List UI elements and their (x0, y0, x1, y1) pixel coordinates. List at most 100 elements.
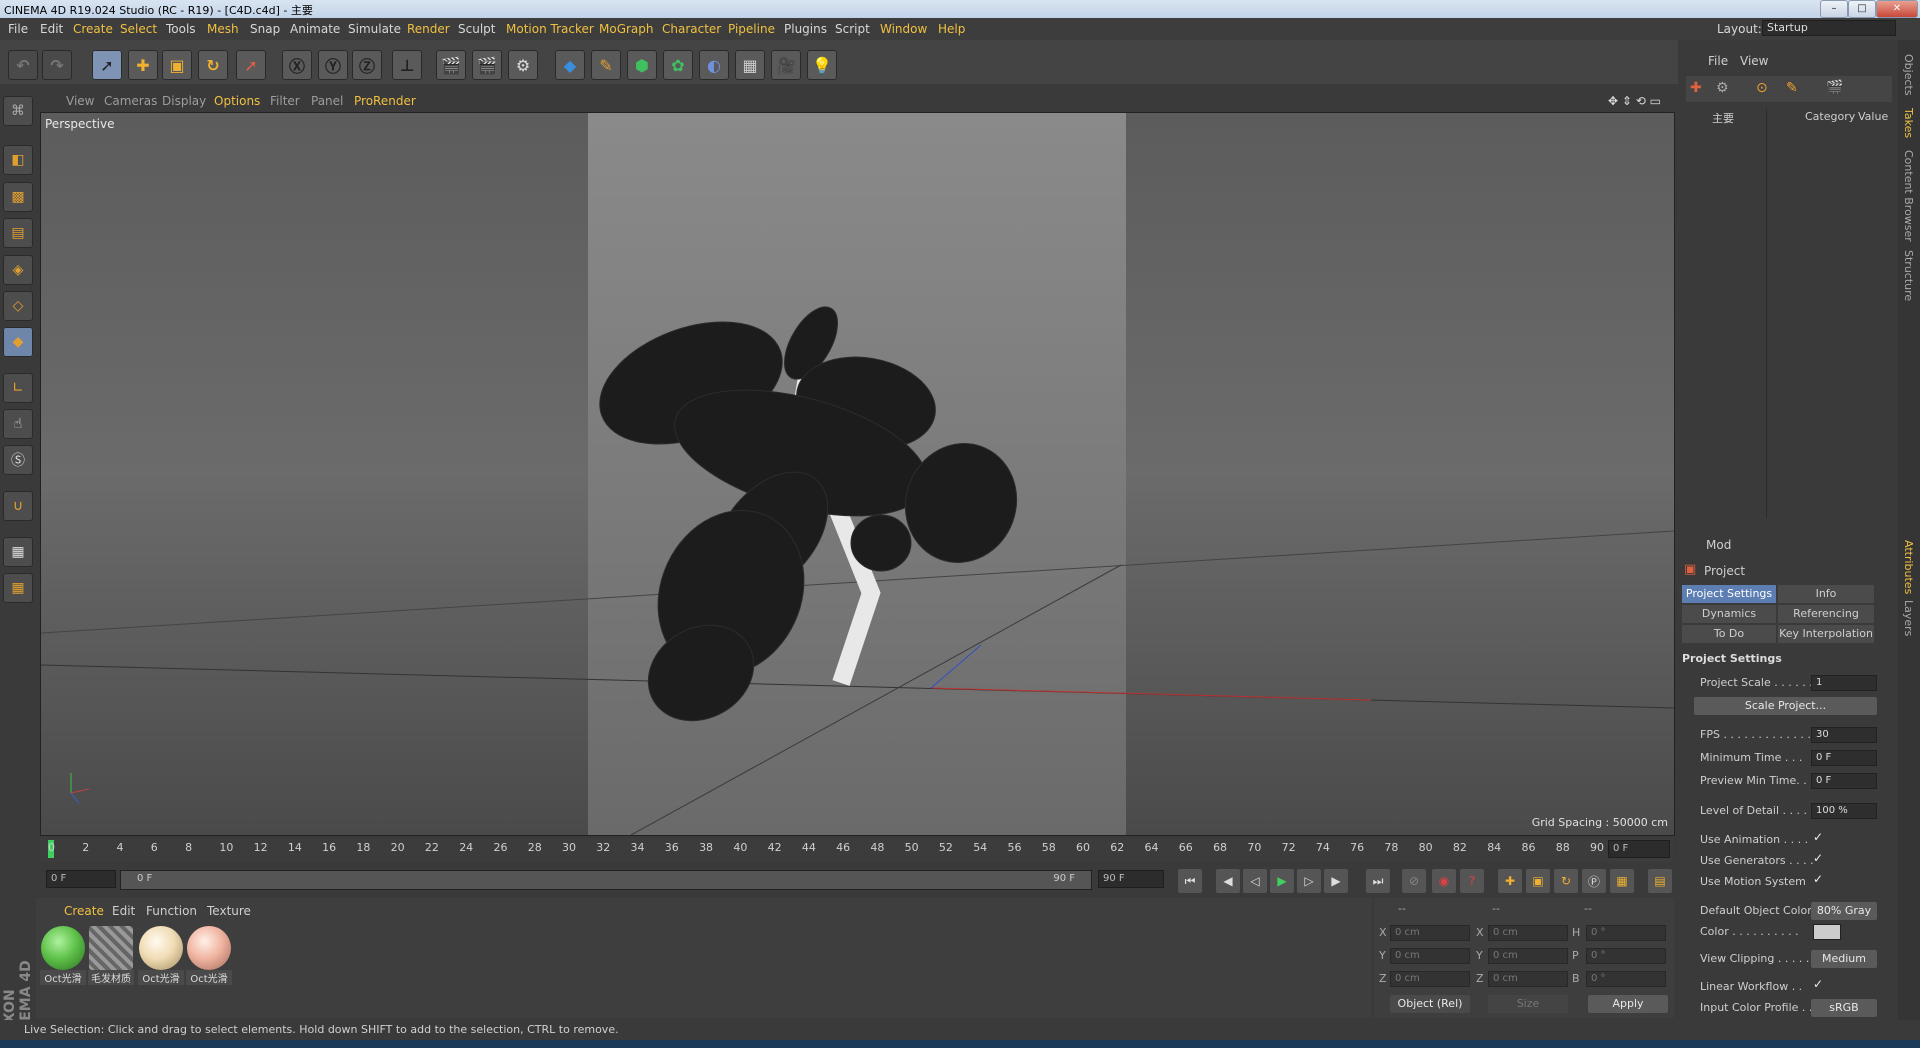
live-selection-icon[interactable]: ➚ (92, 50, 122, 80)
viewport-menu-cameras[interactable]: Cameras (104, 94, 157, 108)
position-y-field[interactable]: 0 cm (1390, 948, 1470, 964)
material-swatch[interactable] (41, 926, 85, 970)
deformer-icon[interactable]: ◐ (699, 50, 729, 80)
render-settings-icon[interactable]: ⚙ (508, 50, 538, 80)
viewport-menu-display[interactable]: Display (162, 94, 206, 108)
coord-mode-dropdown[interactable]: Object (Rel) (1390, 995, 1470, 1013)
rotation-b-field[interactable]: 0 ° (1586, 971, 1666, 987)
play-icon[interactable]: ▶ (1270, 869, 1294, 893)
go-to-start-icon[interactable]: ⏮ (1178, 869, 1202, 893)
next-key-icon[interactable]: ▶ (1324, 869, 1348, 893)
key-parameter-icon[interactable]: Ⓟ (1582, 869, 1606, 893)
scale-x-field[interactable]: 0 cm (1488, 925, 1568, 941)
start-frame-field[interactable]: 0 F (46, 870, 116, 888)
next-frame-icon[interactable]: ▷ (1297, 869, 1321, 893)
material-menu-create[interactable]: Create (64, 904, 104, 918)
take-clone-icon[interactable]: ⚙ (1716, 80, 1729, 96)
render-picture-viewer-icon[interactable]: 🎬 (472, 50, 502, 80)
take-auto-icon[interactable]: ✎ (1786, 80, 1798, 96)
model-mode-icon[interactable]: ◧ (3, 145, 33, 175)
size-mode-dropdown[interactable]: Size (1488, 995, 1568, 1013)
side-tab-objects[interactable]: Objects (1902, 54, 1915, 96)
menu-select[interactable]: Select (120, 22, 157, 36)
record-active-icon[interactable]: ◉ (1432, 869, 1456, 893)
attributes-menu-mode[interactable]: Mod (1706, 538, 1731, 552)
menu-mograph[interactable]: MoGraph (599, 22, 654, 36)
menu-edit[interactable]: Edit (40, 22, 63, 36)
take-override-icon[interactable]: ⊙ (1756, 80, 1768, 96)
position-z-field[interactable]: 0 cm (1390, 971, 1470, 987)
menu-window[interactable]: Window (880, 22, 927, 36)
material-swatch[interactable] (89, 926, 133, 970)
objects-menu-view[interactable]: View (1740, 54, 1768, 68)
menu-character[interactable]: Character (662, 22, 721, 36)
rotate-icon[interactable]: ↻ (198, 50, 228, 80)
cube-icon[interactable]: ◆ (555, 50, 585, 80)
redo-icon[interactable]: ↷ (42, 50, 72, 80)
x-axis-icon[interactable]: Ⓧ (282, 50, 312, 80)
menu-mesh[interactable]: Mesh (207, 22, 239, 36)
edges-mode-icon[interactable]: ◇ (3, 291, 33, 321)
menu-script[interactable]: Script (835, 22, 870, 36)
material-menu-function[interactable]: Function (146, 904, 197, 918)
input-color-profile-dropdown[interactable]: sRGB (1811, 999, 1877, 1017)
subdivision-icon[interactable]: ⬢ (627, 50, 657, 80)
layout-dropdown[interactable]: Startup (1762, 20, 1896, 36)
key-pla-icon[interactable]: ▦ (1610, 869, 1634, 893)
key-rotation-icon[interactable]: ↻ (1554, 869, 1578, 893)
menu-animate[interactable]: Animate (290, 22, 340, 36)
project-scale-field[interactable]: 1 (1811, 675, 1877, 691)
rotation-p-field[interactable]: 0 ° (1586, 948, 1666, 964)
use-generators-checkbox[interactable]: ✓ (1813, 851, 1823, 865)
workplane-icon[interactable]: ▤ (3, 218, 33, 248)
menu-motion-tracker[interactable]: Motion Tracker (506, 22, 594, 36)
previous-key-icon[interactable]: ◀ (1216, 869, 1240, 893)
tab-key-interpolation[interactable]: Key Interpolation (1778, 625, 1874, 643)
menu-plugins[interactable]: Plugins (784, 22, 827, 36)
move-icon[interactable]: ✚ (128, 50, 158, 80)
objects-menu-file[interactable]: File (1708, 54, 1728, 68)
side-tab-content-browser[interactable]: Content Browser (1902, 150, 1915, 242)
position-x-field[interactable]: 0 cm (1390, 925, 1470, 941)
coordinate-system-icon[interactable]: ⊥ (392, 50, 422, 80)
autokey-icon[interactable]: ? (1460, 869, 1484, 893)
lock-workplane-icon[interactable]: ▦ (3, 537, 33, 567)
material-label[interactable]: Oct光滑 (40, 970, 86, 985)
viewport-menu-panel[interactable]: Panel (311, 94, 343, 108)
material-label[interactable]: 毛发材质 (88, 970, 134, 985)
scale-icon[interactable]: ▣ (162, 50, 192, 80)
menu-tools[interactable]: Tools (166, 22, 196, 36)
color-swatch[interactable] (1813, 924, 1841, 940)
close-button[interactable]: ✕ (1876, 0, 1918, 18)
menu-create[interactable]: Create (73, 22, 113, 36)
range-slider[interactable]: 0 F 90 F (120, 870, 1092, 890)
go-to-end-icon[interactable]: ⏭ (1366, 869, 1390, 893)
view-clipping-dropdown[interactable]: Medium (1811, 950, 1877, 968)
menu-pipeline[interactable]: Pipeline (728, 22, 775, 36)
viewport-menu-options[interactable]: Options (214, 94, 260, 108)
z-axis-icon[interactable]: Ⓩ (352, 50, 382, 80)
magnet-icon[interactable]: ∪ (3, 491, 33, 521)
take-render-icon[interactable]: 🎬 (1826, 80, 1843, 96)
material-swatch[interactable] (187, 926, 231, 970)
viewport-nav-icon[interactable]: ✥ ⇕ ⟲ ▭ (1608, 94, 1661, 108)
current-frame-field[interactable]: 0 F (1608, 840, 1670, 858)
side-tab-layers[interactable]: Layers (1902, 600, 1915, 636)
fps-field[interactable]: 30 (1811, 727, 1877, 743)
end-frame-field[interactable]: 90 F (1098, 870, 1164, 888)
minimum-time-field[interactable]: 0 F (1811, 750, 1877, 766)
take-main-label[interactable]: 主要 (1712, 110, 1734, 126)
menu-help[interactable]: Help (938, 22, 965, 36)
timeline-ruler[interactable]: 0 2 4 6 8 10 12 14 16 18 20 22 24 26 28 30 32 34 36 38 40 42 4… (40, 838, 1673, 862)
apply-button[interactable]: Apply (1588, 995, 1668, 1013)
use-motion-system-checkbox[interactable]: ✓ (1813, 872, 1823, 886)
level-of-detail-field[interactable]: 100 % (1811, 803, 1877, 819)
viewport-menu-filter[interactable]: Filter (270, 94, 300, 108)
viewport-menu-prorender[interactable]: ProRender (354, 94, 416, 108)
material-menu-texture[interactable]: Texture (207, 904, 251, 918)
take-add-icon[interactable]: ✚ (1690, 80, 1702, 96)
pen-spline-icon[interactable]: ✎ (591, 50, 621, 80)
menu-snap[interactable]: Snap (250, 22, 280, 36)
scale-z-field[interactable]: 0 cm (1488, 971, 1568, 987)
scale-y-field[interactable]: 0 cm (1488, 948, 1568, 964)
